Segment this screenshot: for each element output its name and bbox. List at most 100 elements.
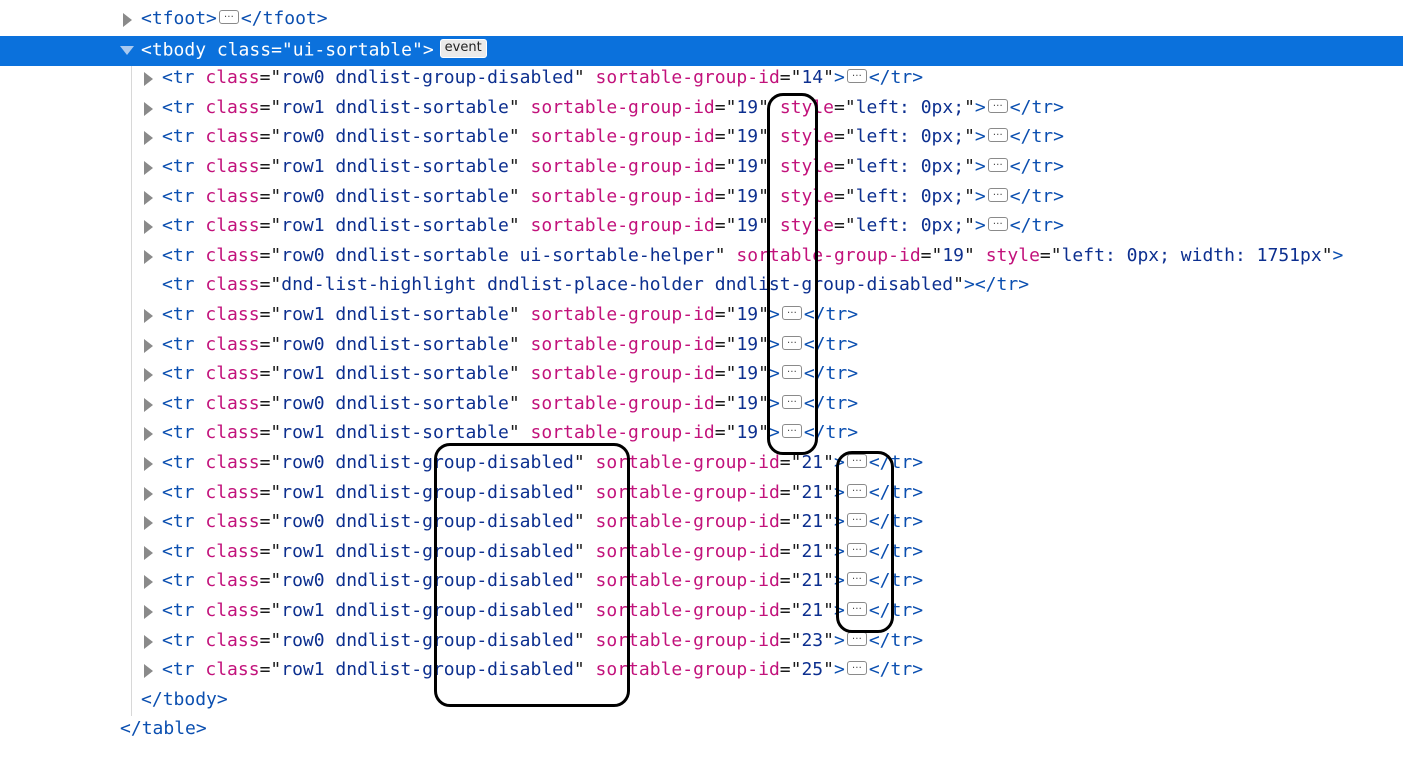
dom-node-row[interactable]: <tr class="row0 dndlist-group-disabled" … [0,451,1403,477]
expand-toggle-closed-icon[interactable] [123,13,132,27]
dom-node-row[interactable]: <tfoot>… </tfoot> [0,7,1403,33]
tag-bracket: </ [868,659,891,680]
collapsed-children-ellipsis-icon[interactable]: … [987,188,1008,202]
dom-node-row[interactable]: <tr class="row1 dndlist-sortable" sortab… [0,303,1403,329]
expand-toggle-closed-icon[interactable] [144,250,153,264]
dom-node-row[interactable]: <tr class="row0 dndlist-sortable" sortab… [0,392,1403,418]
attribute-quote: " [508,97,520,118]
attribute-name: sortable-group-id [530,422,715,443]
collapsed-children-ellipsis-icon[interactable]: … [781,306,802,320]
tag-name: tr [825,304,848,325]
expand-toggle-closed-icon[interactable] [144,516,153,530]
dom-node-row-selected[interactable]: <tbody class="ui-sortable"> event [0,36,1403,66]
expand-toggle-closed-icon[interactable] [144,72,153,86]
collapsed-children-ellipsis-icon[interactable]: … [846,572,867,586]
collapsed-children-ellipsis-icon[interactable]: … [987,158,1008,172]
expand-toggle-closed-icon[interactable] [144,427,153,441]
expand-toggle-closed-icon[interactable] [144,457,153,471]
dom-node-row[interactable]: <tr class="row0 dndlist-sortable" sortab… [0,185,1403,211]
attribute-value: row1 dndlist-sortable [281,97,509,118]
dom-node-row[interactable]: <tr class="row1 dndlist-group-disabled" … [0,481,1403,507]
attribute-name: class [205,600,260,621]
tag-bracket: </ [1009,97,1032,118]
collapsed-children-ellipsis-icon[interactable]: … [846,69,867,83]
tag-name: tbody [151,39,207,61]
expand-toggle-closed-icon[interactable] [144,368,153,382]
dom-node-row[interactable]: <tr class="row1 dndlist-group-disabled" … [0,658,1403,684]
collapsed-children-ellipsis-icon[interactable]: … [781,365,802,379]
node-markup: <tr class="row0 dndlist-sortable" sortab… [162,188,1064,206]
dom-node-row[interactable]: <tr class="row0 dndlist-group-disabled" … [0,629,1403,655]
attribute-name: sortable-group-id [530,186,715,207]
dom-node-row[interactable]: <tr class="row0 dndlist-group-disabled" … [0,66,1403,92]
dom-node-row[interactable]: <tr class="row0 dndlist-group-disabled" … [0,569,1403,595]
expand-toggle-closed-icon[interactable] [144,575,153,589]
collapsed-children-ellipsis-icon[interactable]: … [846,602,867,616]
attribute-equals: =" [714,126,737,147]
attribute-quote: " [823,67,834,88]
dom-node-row[interactable]: <tr class="row1 dndlist-sortable" sortab… [0,214,1403,240]
tag-name: tfoot [151,8,207,29]
dom-node-row[interactable]: <tr class="row1 dndlist-sortable" sortab… [0,155,1403,181]
expand-toggle-closed-icon[interactable] [144,339,153,353]
attribute-name: sortable-group-id [530,393,715,414]
collapsed-children-ellipsis-icon[interactable]: … [846,513,867,527]
expand-toggle-closed-icon[interactable] [144,191,153,205]
collapsed-children-ellipsis-icon[interactable]: … [218,10,239,24]
expand-toggle-closed-icon[interactable] [144,131,153,145]
dom-node-row[interactable]: </tbody> [0,688,1403,714]
dom-node-row[interactable]: <tr class="dnd-list-highlight dndlist-pl… [0,273,1403,299]
attribute-quote: " [964,215,975,236]
collapsed-children-ellipsis-icon[interactable]: … [781,395,802,409]
attribute-equals: =" [259,67,282,88]
expand-toggle-closed-icon[interactable] [144,220,153,234]
attribute-quote: " [573,600,585,621]
attribute-name: sortable-group-id [595,600,780,621]
dom-node-row[interactable]: <tr class="row1 dndlist-sortable" sortab… [0,96,1403,122]
dom-node-row[interactable]: <tr class="row0 dndlist-sortable" sortab… [0,333,1403,359]
dom-node-row[interactable]: <tr class="row1 dndlist-group-disabled" … [0,599,1403,625]
dom-node-row[interactable]: <tr class="row1 dndlist-sortable" sortab… [0,362,1403,388]
collapsed-children-ellipsis-icon[interactable]: … [846,632,867,646]
attribute-equals: =" [834,186,856,207]
collapsed-children-ellipsis-icon[interactable]: … [987,217,1008,231]
node-markup: <tr class="row1 dndlist-sortable" sortab… [162,217,1064,235]
tag-name: tr [1031,156,1054,177]
attribute-quote: " [758,304,769,325]
expand-toggle-closed-icon[interactable] [144,635,153,649]
collapsed-children-ellipsis-icon[interactable]: … [846,543,867,557]
tag-bracket: > [422,39,434,61]
expand-toggle-closed-icon[interactable] [144,161,153,175]
expand-toggle-open-icon[interactable] [120,46,134,55]
expand-toggle-closed-icon[interactable] [144,398,153,412]
tag-name: tr [172,186,195,207]
collapsed-children-ellipsis-icon[interactable]: … [846,661,867,675]
dom-node-row[interactable]: <tr class="row1 dndlist-sortable" sortab… [0,421,1403,447]
expand-toggle-closed-icon[interactable] [144,309,153,323]
attribute-value: 19 [736,215,759,236]
expand-toggle-closed-icon[interactable] [144,102,153,116]
node-markup: <tr class="row1 dndlist-sortable" sortab… [162,365,858,383]
attribute-value: row1 dndlist-group-disabled [281,541,574,562]
collapsed-children-ellipsis-icon[interactable]: … [846,484,867,498]
dom-node-row[interactable]: </table> [0,717,1403,743]
attribute-name: sortable-group-id [595,659,780,680]
node-markup: </tbody> [141,691,228,709]
attribute-quote: " [964,245,975,266]
collapsed-children-ellipsis-icon[interactable]: … [781,424,802,438]
dom-node-row[interactable]: <tr class="row1 dndlist-group-disabled" … [0,540,1403,566]
dom-node-row[interactable]: <tr class="row0 dndlist-group-disabled" … [0,510,1403,536]
dom-node-row[interactable]: <tr class="row0 dndlist-sortable" sortab… [0,125,1403,151]
event-badge[interactable]: event [439,39,487,58]
expand-toggle-closed-icon[interactable] [144,664,153,678]
attribute-value: row0 dndlist-sortable [281,393,509,414]
collapsed-children-ellipsis-icon[interactable]: … [781,336,802,350]
expand-toggle-closed-icon[interactable] [144,546,153,560]
collapsed-children-ellipsis-icon[interactable]: … [987,99,1008,113]
collapsed-children-ellipsis-icon[interactable]: … [846,454,867,468]
expand-toggle-closed-icon[interactable] [144,487,153,501]
dom-node-row[interactable]: <tr class="row0 dndlist-sortable ui-sort… [0,244,1403,270]
expand-toggle-closed-icon[interactable] [144,605,153,619]
collapsed-children-ellipsis-icon[interactable]: … [987,128,1008,142]
attribute-equals: =" [259,186,282,207]
